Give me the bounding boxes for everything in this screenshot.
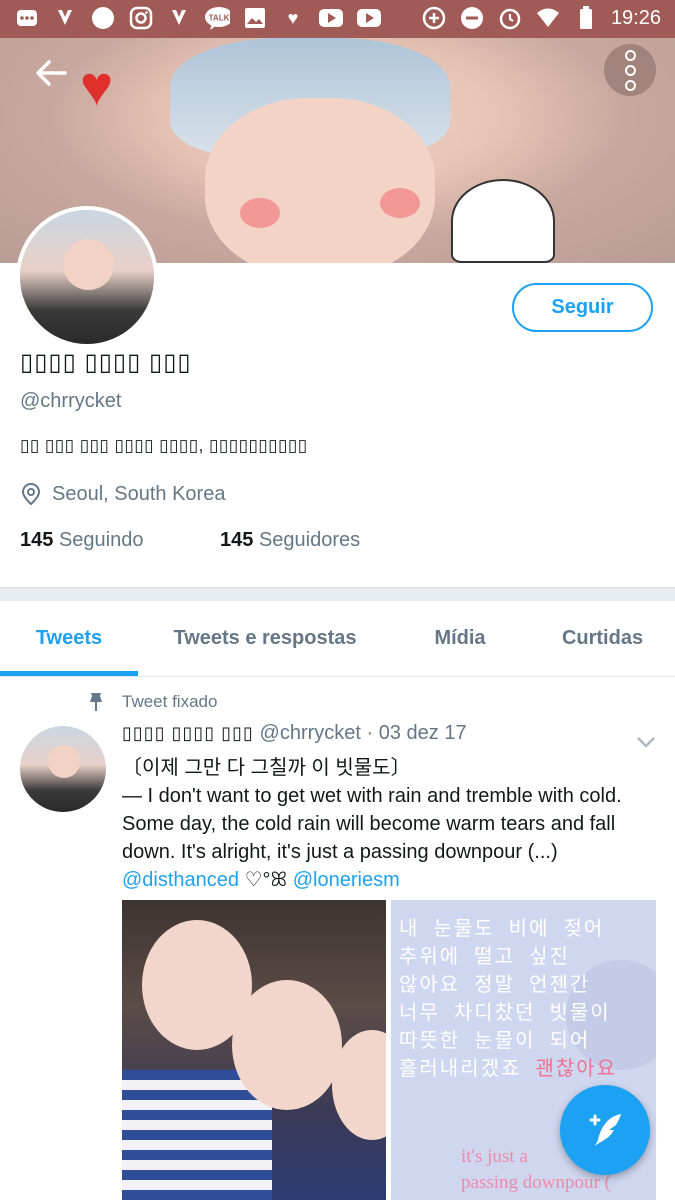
dot-icon bbox=[624, 49, 636, 61]
profile-bio: ▯▯ ▯▯▯ ▯▯▯ ▯▯▯▯ ▯▯▯▯, ▯▯▯▯▯▯▯▯▯▯ bbox=[20, 436, 308, 455]
tab-media[interactable]: Mídia bbox=[400, 600, 520, 676]
profile-handle: @chrrycket bbox=[20, 390, 122, 412]
notification-icon bbox=[52, 5, 78, 31]
wifi-icon bbox=[535, 5, 561, 31]
notification-icon bbox=[166, 5, 192, 31]
instagram-icon bbox=[128, 5, 154, 31]
compose-tweet-button[interactable] bbox=[560, 1085, 650, 1175]
profile-location: Seoul, South Korea bbox=[20, 482, 225, 506]
youtube-icon bbox=[318, 5, 344, 31]
more-options-button[interactable] bbox=[604, 44, 656, 96]
tweet-text-line1: 〔이제 그만 다 그칠까 이 빗물도〕 bbox=[122, 757, 411, 779]
following-label: Seguindo bbox=[58, 529, 144, 551]
tab-likes[interactable]: Curtidas bbox=[540, 600, 665, 676]
heart-sticker-icon: ♥ bbox=[80, 54, 114, 117]
tab-tweets[interactable]: Tweets bbox=[0, 600, 138, 676]
profile-avatar[interactable] bbox=[16, 206, 158, 348]
alarm-icon bbox=[497, 5, 523, 31]
arrow-left-icon bbox=[36, 60, 67, 86]
tab-tweets-replies[interactable]: Tweets e respostas bbox=[150, 600, 380, 676]
svg-text:TALK: TALK bbox=[209, 14, 230, 23]
talk-icon: TALK bbox=[204, 5, 230, 31]
pin-icon bbox=[90, 693, 102, 711]
more-icon bbox=[14, 5, 40, 31]
circle-icon bbox=[90, 5, 116, 31]
dnd-icon bbox=[459, 5, 485, 31]
mention-link[interactable]: @disthanced bbox=[122, 869, 239, 891]
tweet-author-avatar[interactable] bbox=[20, 726, 106, 812]
doodle-sticker bbox=[451, 179, 555, 263]
data-saver-icon bbox=[421, 5, 447, 31]
tweet-author-name[interactable]: ▯▯▯▯ ▯▯▯▯ ▯▯▯ bbox=[122, 723, 254, 743]
dot-icon bbox=[624, 79, 636, 91]
mention-separator: ♡°ꕤ bbox=[239, 869, 293, 891]
location-pin-icon bbox=[21, 482, 41, 506]
location-text: Seoul, South Korea bbox=[52, 482, 226, 505]
battery-icon bbox=[573, 5, 599, 31]
follow-stats: 145 Seguindo 145 Seguidores bbox=[20, 529, 360, 552]
tweet-header: ▯▯▯▯ ▯▯▯▯ ▯▯▯ @chrrycket · 03 dez 17 bbox=[122, 722, 467, 745]
heart-icon: ♥ bbox=[287, 7, 299, 28]
image-icon bbox=[242, 5, 268, 31]
compose-quill-icon bbox=[589, 1114, 621, 1146]
youtube-icon bbox=[356, 5, 382, 31]
section-divider bbox=[0, 587, 675, 601]
followers-stat[interactable]: 145 Seguidores bbox=[220, 529, 360, 552]
tweet-text: 〔이제 그만 다 그칠까 이 빗물도〕 — I don't want to ge… bbox=[122, 754, 662, 894]
back-button[interactable] bbox=[22, 44, 80, 102]
mention-link[interactable]: @loneriesm bbox=[293, 869, 400, 891]
tweet-text-body: — I don't want to get wet with rain and … bbox=[122, 785, 622, 863]
follow-button[interactable]: Seguir bbox=[512, 283, 653, 332]
tweet-date: · 03 dez 17 bbox=[366, 722, 467, 744]
followers-count: 145 bbox=[220, 529, 254, 551]
status-time: 19:26 bbox=[610, 6, 661, 29]
status-bar: TALK ♥ 19:26 bbox=[0, 0, 675, 38]
following-stat[interactable]: 145 Seguindo bbox=[20, 529, 143, 551]
profile-tabs: Tweets Tweets e respostas Mídia Curtidas bbox=[0, 600, 675, 677]
pinned-label: Tweet fixado bbox=[88, 692, 217, 712]
tweet-photo-1[interactable] bbox=[122, 900, 386, 1200]
tweet-author-handle[interactable]: @chrrycket bbox=[260, 722, 361, 744]
following-count: 145 bbox=[20, 529, 54, 551]
tweet-menu-chevron-icon[interactable] bbox=[636, 728, 656, 754]
profile-display-name: ▯▯▯▯ ▯▯▯▯ ▯▯▯ bbox=[20, 349, 192, 376]
dot-icon bbox=[624, 64, 636, 76]
followers-label: Seguidores bbox=[258, 529, 361, 551]
image-text-korean: 내 눈물도 비에 젖어 추위에 떨고 싶진 않아요 정말 언젠간 너무 차디찼던… bbox=[399, 916, 618, 1080]
active-tab-indicator bbox=[0, 671, 138, 676]
tweet-mentions: @disthanced ♡°ꕤ @loneriesm bbox=[122, 866, 662, 894]
